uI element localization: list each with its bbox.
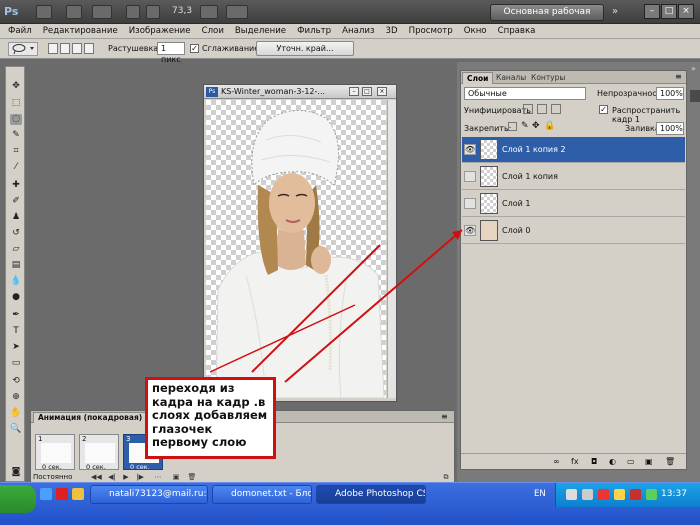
tray-update-icon[interactable]	[646, 489, 657, 500]
start-button[interactable]	[0, 485, 36, 513]
tray-app-icon[interactable]	[614, 489, 625, 500]
quicklaunch-ie-icon[interactable]	[40, 488, 52, 500]
input-language-indicator[interactable]: EN	[534, 489, 546, 499]
tray-security-icon[interactable]	[630, 489, 641, 500]
taskbar-clock[interactable]: 13:37	[661, 489, 687, 499]
taskbar-item-label: natali73123@mail.ru:...	[109, 489, 208, 499]
taskbar-item-label: Adobe Photoshop CS...	[335, 489, 425, 499]
taskbar-item-photoshop[interactable]: Adobe Photoshop CS...	[316, 485, 426, 504]
system-tray: 13:37	[555, 483, 700, 507]
annotation-arrows	[209, 229, 463, 383]
annotation-callout: переходя из кадра на кадр .в слоях добав…	[145, 377, 276, 459]
taskbar-item-mail[interactable]: natali73123@mail.ru:...	[90, 485, 208, 504]
tray-network-icon[interactable]	[566, 489, 577, 500]
quicklaunch-folder-icon[interactable]	[72, 488, 84, 500]
tray-antivirus-icon[interactable]	[598, 489, 609, 500]
tray-volume-icon[interactable]	[582, 489, 593, 500]
windows-taskbar: natali73123@mail.ru:... domonet.txt - Бл…	[0, 482, 700, 525]
taskbar-item-notepad[interactable]: domonet.txt - Блокнот	[212, 485, 312, 504]
taskbar-item-label: domonet.txt - Блокнот	[231, 489, 312, 499]
quicklaunch-opera-icon[interactable]	[56, 488, 68, 500]
